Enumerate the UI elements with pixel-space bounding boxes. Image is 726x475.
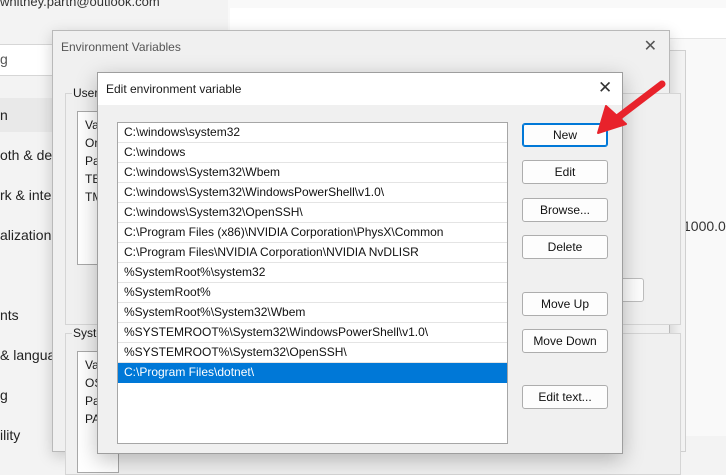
annotation-arrow-icon — [597, 80, 666, 134]
